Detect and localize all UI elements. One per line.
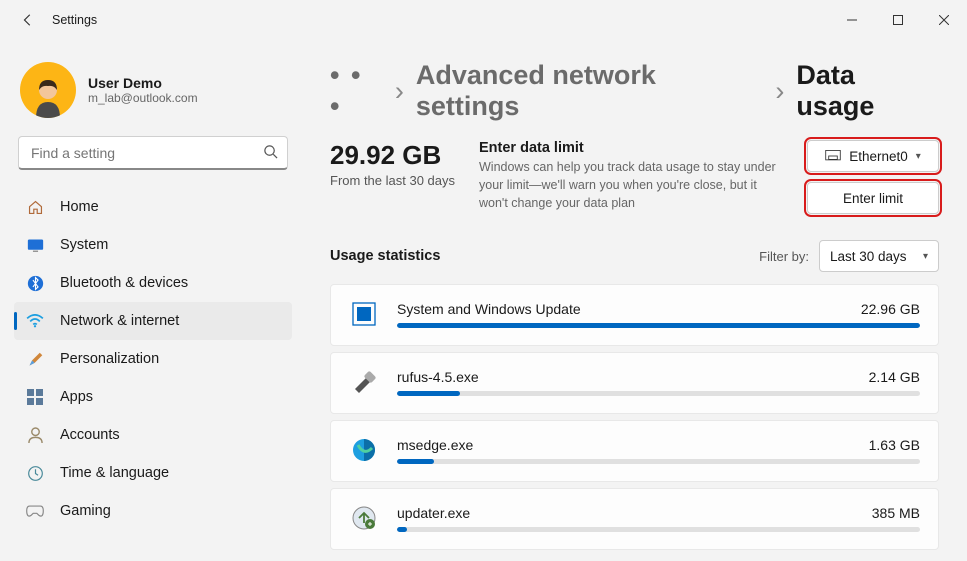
sidebar: User Demo m_lab@outlook.com Home System … [0, 40, 300, 561]
app-usage-value: 385 MB [872, 505, 920, 521]
adapter-name: Ethernet0 [849, 149, 908, 164]
system-icon [26, 236, 44, 254]
app-icon [349, 435, 379, 465]
chevron-right-icon: › [395, 76, 404, 107]
minimize-button[interactable] [829, 4, 875, 36]
app-usage-value: 22.96 GB [861, 301, 920, 317]
gamepad-icon [26, 502, 44, 520]
usage-stats-list: System and Windows Update 22.96 GB rufus-4… [330, 284, 939, 550]
breadcrumb-ellipsis[interactable]: • • • [330, 60, 383, 122]
usage-bar [397, 459, 920, 464]
sidebar-item-label: Bluetooth & devices [60, 275, 188, 291]
profile-name: User Demo [88, 75, 198, 91]
sidebar-item-bluetooth[interactable]: Bluetooth & devices [14, 264, 292, 302]
avatar [20, 62, 76, 118]
home-icon [26, 198, 44, 216]
apps-icon [26, 388, 44, 406]
sidebar-item-label: Personalization [60, 351, 159, 367]
sidebar-item-network[interactable]: Network & internet [14, 302, 292, 340]
adapter-dropdown[interactable]: Ethernet0 ▾ [807, 140, 939, 172]
usage-bar [397, 323, 920, 328]
sidebar-item-personalization[interactable]: Personalization [14, 340, 292, 378]
usage-stat-item: rufus-4.5.exe 2.14 GB [330, 352, 939, 414]
sidebar-item-home[interactable]: Home [14, 188, 292, 226]
back-button[interactable] [16, 8, 40, 32]
filter-value: Last 30 days [830, 249, 907, 264]
profile-email: m_lab@outlook.com [88, 91, 198, 105]
chevron-down-icon: ▾ [923, 251, 928, 262]
app-name: System and Windows Update [397, 301, 581, 317]
data-limit-description: Windows can help you track data usage to… [479, 158, 783, 212]
app-usage-value: 2.14 GB [869, 369, 920, 385]
app-name: rufus-4.5.exe [397, 369, 479, 385]
data-usage-total: 29.92 GB [330, 140, 455, 171]
app-icon [349, 367, 379, 397]
enter-limit-button[interactable]: Enter limit [807, 182, 939, 214]
close-button[interactable] [921, 4, 967, 36]
sidebar-item-label: System [60, 237, 108, 253]
sidebar-item-label: Accounts [60, 427, 120, 443]
content-area: • • • › Advanced network settings › Data… [300, 40, 967, 561]
sidebar-item-gaming[interactable]: Gaming [14, 492, 292, 530]
sidebar-item-time[interactable]: Time & language [14, 454, 292, 492]
sidebar-item-label: Time & language [60, 465, 169, 481]
breadcrumb: • • • › Advanced network settings › Data… [330, 60, 939, 122]
sidebar-item-label: Apps [60, 389, 93, 405]
usage-stat-item: msedge.exe 1.63 GB [330, 420, 939, 482]
chevron-down-icon: ▾ [916, 151, 921, 162]
profile-block[interactable]: User Demo m_lab@outlook.com [14, 52, 292, 136]
maximize-button[interactable] [875, 4, 921, 36]
filter-label: Filter by: [759, 249, 809, 264]
person-icon [26, 426, 44, 444]
breadcrumb-parent[interactable]: Advanced network settings [416, 60, 764, 122]
search-icon [263, 144, 278, 162]
app-icon [349, 503, 379, 533]
search-input[interactable] [18, 136, 288, 170]
app-name: updater.exe [397, 505, 470, 521]
sidebar-item-label: Gaming [60, 503, 111, 519]
filter-dropdown[interactable]: Last 30 days ▾ [819, 240, 939, 272]
chevron-right-icon: › [775, 76, 784, 107]
sidebar-item-apps[interactable]: Apps [14, 378, 292, 416]
usage-bar [397, 391, 920, 396]
app-name: msedge.exe [397, 437, 473, 453]
bluetooth-icon [26, 274, 44, 292]
clock-globe-icon [26, 464, 44, 482]
sidebar-item-accounts[interactable]: Accounts [14, 416, 292, 454]
nav-list: Home System Bluetooth & devices Network … [14, 188, 292, 530]
wifi-icon [26, 312, 44, 330]
sidebar-item-system[interactable]: System [14, 226, 292, 264]
usage-stat-item: System and Windows Update 22.96 GB [330, 284, 939, 346]
app-icon [349, 299, 379, 329]
usage-stat-item: updater.exe 385 MB [330, 488, 939, 550]
usage-bar [397, 527, 920, 532]
window-title: Settings [52, 13, 97, 27]
ethernet-icon [825, 150, 841, 162]
breadcrumb-current: Data usage [796, 60, 939, 122]
paintbrush-icon [26, 350, 44, 368]
app-usage-value: 1.63 GB [869, 437, 920, 453]
usage-stats-heading: Usage statistics [330, 248, 440, 264]
titlebar: Settings [0, 0, 967, 40]
data-usage-period: From the last 30 days [330, 173, 455, 188]
data-limit-heading: Enter data limit [479, 140, 783, 156]
sidebar-item-label: Network & internet [60, 313, 179, 329]
sidebar-item-label: Home [60, 199, 99, 215]
